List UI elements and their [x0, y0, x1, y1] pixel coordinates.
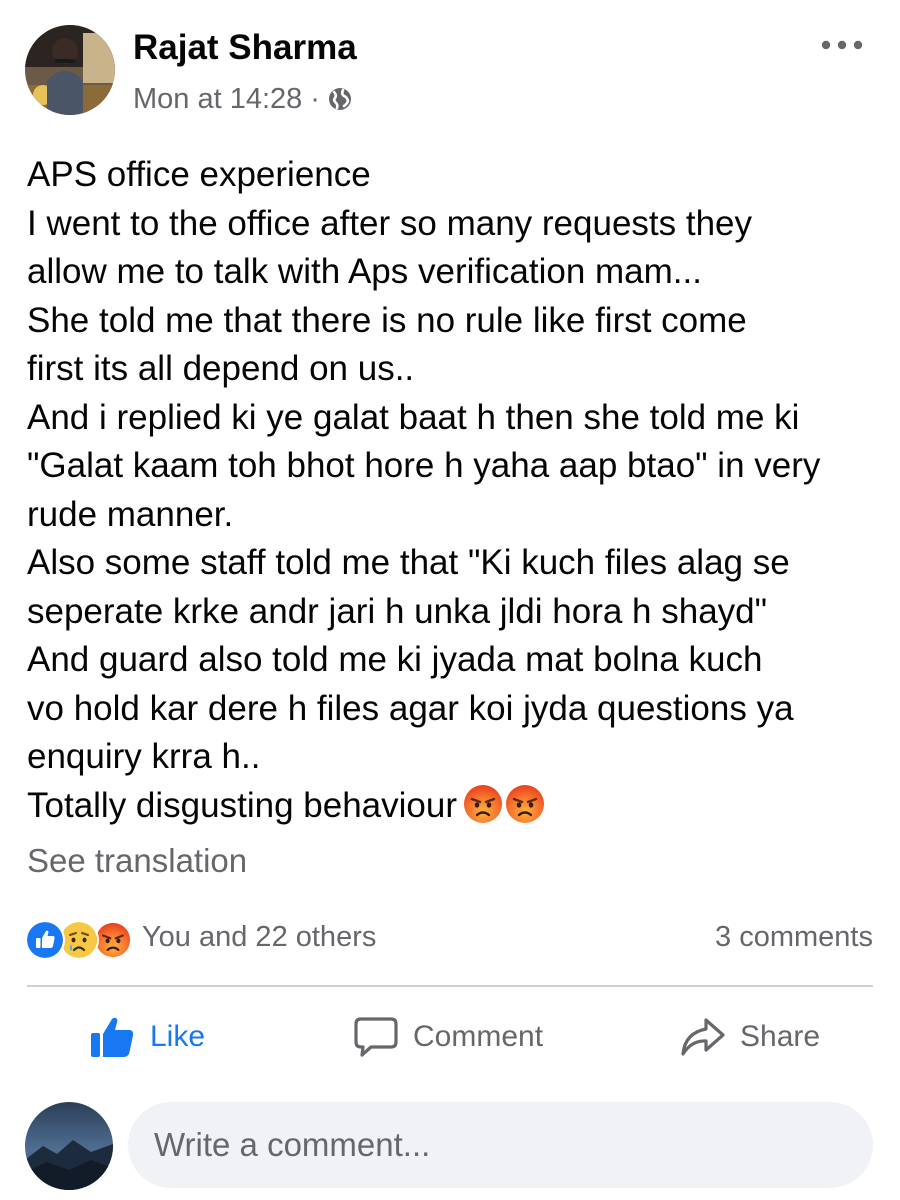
more-options-icon [821, 40, 863, 50]
author-avatar[interactable] [25, 25, 115, 115]
angry-face-emoji [505, 784, 545, 824]
post-line: "Galat kaam toh bhot hore h yaha aap bta… [27, 446, 821, 485]
comment-icon [354, 1017, 398, 1057]
share-icon [681, 1018, 725, 1056]
meta-separator: · [310, 82, 320, 115]
post-line: allow me to talk with Aps verification m… [27, 252, 702, 291]
post-line: vo hold kar dere h files agar koi jyda q… [27, 688, 794, 728]
post-line: seperate krke andr jari h unka jldi hora… [27, 591, 768, 631]
post-line-last: Totally disgusting behaviour [27, 782, 887, 831]
thumbs-up-icon [91, 1017, 134, 1057]
post-header: Rajat Sharma Mon at 14:28 · [0, 0, 900, 130]
current-user-avatar[interactable] [25, 1102, 113, 1190]
post-line: I went to the office after so many reque… [27, 203, 753, 243]
post-line: first its all depend on us.. [27, 349, 415, 388]
post-body: APS office experience I went to the offi… [27, 151, 887, 830]
reactors-summary[interactable]: You and 22 others [142, 921, 376, 954]
angry-reaction-icon [93, 920, 133, 960]
share-label: Share [740, 1020, 821, 1053]
post-line: She told me that there is no rule like f… [27, 300, 747, 340]
post-line-text: Totally disgusting behaviour [27, 785, 457, 825]
reactions-summary: You and 22 others 3 comments [25, 917, 873, 961]
comment-button[interactable]: Comment [353, 1005, 543, 1069]
comment-label: Comment [413, 1020, 544, 1053]
post-line: enquiry krra h.. [27, 737, 261, 776]
share-button[interactable]: Share [680, 1005, 820, 1069]
comment-composer [0, 1100, 900, 1192]
post-actions: Like Comment Share [0, 1005, 900, 1069]
author-name[interactable]: Rajat Sharma [133, 28, 357, 68]
post-meta: Mon at 14:28 · [133, 82, 353, 116]
comment-count[interactable]: 3 comments [715, 921, 873, 954]
globe-icon [328, 88, 351, 110]
post-timestamp[interactable]: Mon at 14:28 [133, 83, 302, 116]
post-line: APS office experience [27, 155, 371, 194]
post-line: And guard also told me ki jyada mat boln… [27, 640, 763, 679]
post-line: Also some staff told me that "Ki kuch fi… [27, 543, 790, 582]
angry-face-emoji [463, 784, 503, 824]
like-reaction-icon [25, 920, 65, 960]
like-label: Like [150, 1020, 206, 1053]
post-line: And i replied ki ye galat baat h then sh… [27, 397, 800, 437]
see-translation-link[interactable]: See translation [27, 842, 247, 880]
comment-input[interactable] [128, 1102, 873, 1188]
post-line: rude manner. [27, 494, 234, 534]
sad-reaction-icon [59, 920, 99, 960]
more-options-button[interactable] [815, 30, 869, 60]
like-button[interactable]: Like [90, 1005, 205, 1069]
divider [27, 985, 873, 987]
reaction-icons[interactable] [25, 920, 137, 960]
